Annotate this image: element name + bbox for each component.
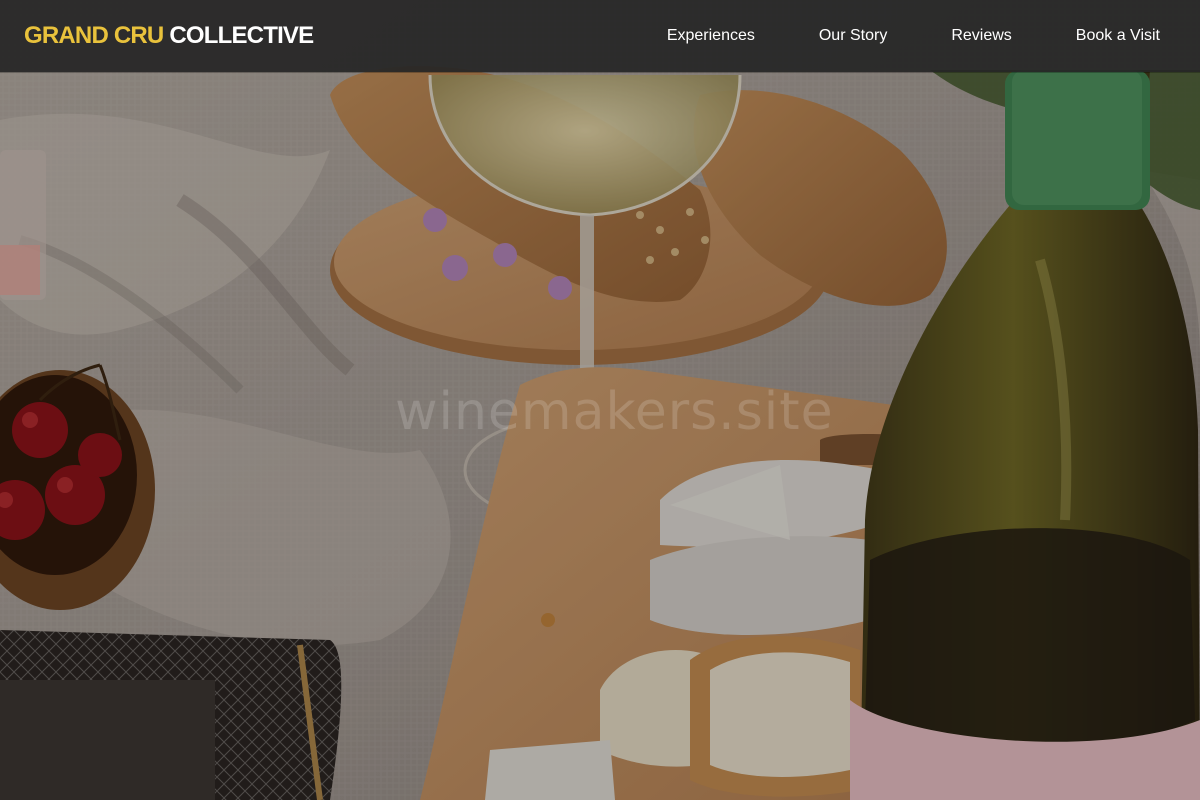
brand-accent-text: GRAND CRU	[24, 22, 164, 49]
main-nav: Experiences Our Story Reviews Book a Vis…	[667, 27, 1176, 45]
watermark-text: winemakers.site	[395, 382, 834, 442]
nav-link-our-story[interactable]: Our Story	[819, 27, 887, 45]
hero-image: winemakers.site	[0, 0, 1200, 800]
nav-link-book-a-visit[interactable]: Book a Visit	[1076, 27, 1160, 45]
nav-link-reviews[interactable]: Reviews	[951, 27, 1011, 45]
brand-rest-text: COLLECTIVE	[169, 22, 314, 49]
nav-link-experiences[interactable]: Experiences	[667, 27, 755, 45]
top-navbar: GRAND CRU COLLECTIVE Experiences Our Sto…	[0, 0, 1200, 72]
brand-logo[interactable]: GRAND CRU COLLECTIVE	[24, 22, 314, 50]
